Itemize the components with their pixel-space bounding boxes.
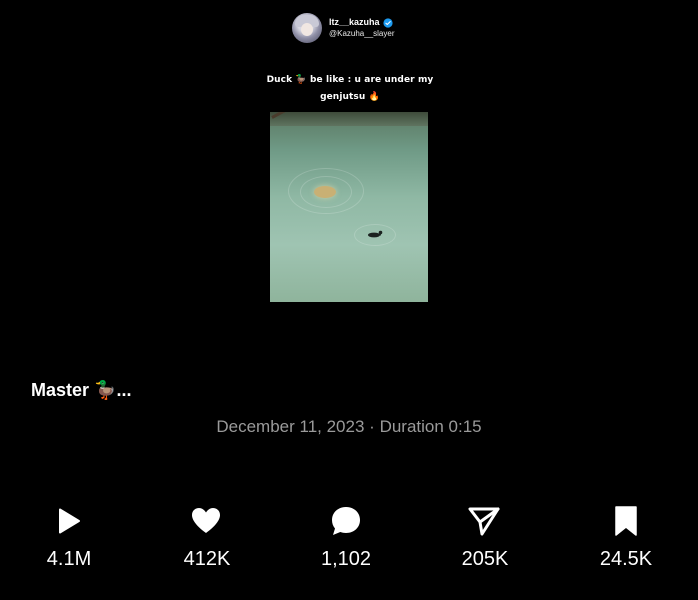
post-date: December 11, 2023	[216, 417, 365, 436]
video-caption: Duck 🦆 be like : u are under my genjutsu…	[260, 72, 440, 106]
caption-line-1: Duck 🦆 be like : u are under my	[266, 75, 434, 85]
heart-icon[interactable]	[190, 506, 222, 536]
reply-count: 1,102	[320, 548, 372, 570]
play-count: 4.1M	[46, 548, 92, 570]
avatar[interactable]	[292, 13, 322, 43]
video-player[interactable]	[270, 112, 428, 302]
post-meta: December 11, 2023 · Duration 0:15	[0, 417, 698, 437]
meta-separator: ·	[369, 417, 375, 436]
play-icon[interactable]	[52, 506, 84, 536]
duck-silhouette	[368, 230, 383, 238]
share-count: 205K	[461, 548, 509, 570]
author-info: ltz__kazuha @Kazuha__slayer	[329, 17, 395, 39]
reply-bubble-icon[interactable]	[330, 506, 362, 536]
verified-badge-icon	[382, 17, 393, 28]
video-duration: Duration 0:15	[379, 417, 482, 436]
caption-line-2: genjutsu 🔥	[320, 92, 380, 102]
bookmark-icon[interactable]	[610, 506, 642, 536]
post-description: Master 🦆...	[31, 380, 132, 400]
share-send-icon[interactable]	[468, 506, 500, 536]
post-author[interactable]: ltz__kazuha @Kazuha__slayer	[292, 12, 395, 44]
like-count: 412K	[183, 548, 231, 570]
user-handle: @Kazuha__slayer	[329, 29, 395, 38]
username[interactable]: ltz__kazuha	[329, 17, 380, 28]
bookmark-count: 24.5K	[599, 548, 653, 570]
swimming-dog	[314, 186, 336, 198]
